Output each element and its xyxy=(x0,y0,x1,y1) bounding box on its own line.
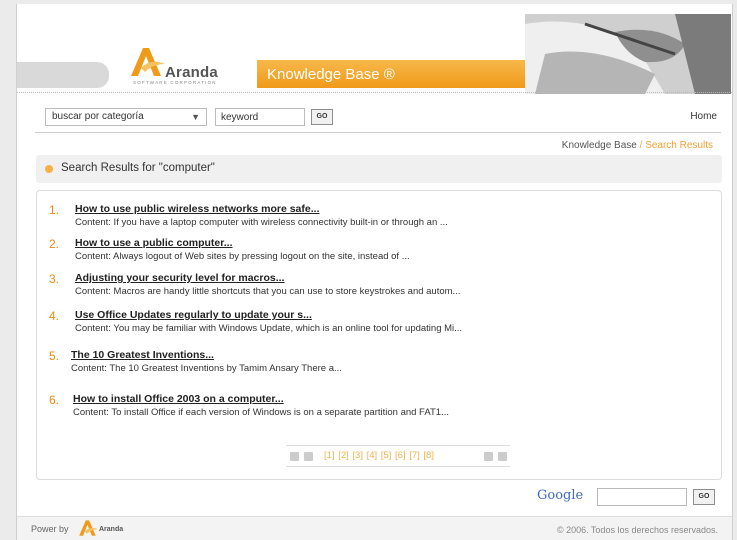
pagination: [1] [2] [3] [4] [5] [6] [7] [8] xyxy=(286,445,510,467)
result-title-link[interactable]: The 10 Greatest Inventions... xyxy=(71,349,214,361)
header-left-bar xyxy=(17,62,109,88)
footer-aranda-logo-icon xyxy=(79,520,98,536)
brand-subtitle: SOFTWARE CORPORATION xyxy=(133,80,217,85)
result-number: 4. xyxy=(49,309,60,323)
product-title: Knowledge Base ® xyxy=(267,66,395,83)
results-heading: Search Results for "computer" xyxy=(61,162,215,174)
result-title-link[interactable]: Adjusting your security level for macros… xyxy=(75,272,284,284)
result-title-link[interactable]: How to install Office 2003 on a computer… xyxy=(73,393,284,405)
breadcrumb-root[interactable]: Knowledge Base xyxy=(562,140,637,151)
header-divider xyxy=(17,92,732,93)
result-number: 2. xyxy=(49,237,60,251)
first-page-icon[interactable] xyxy=(290,452,299,461)
results-heading-bar: Search Results for "computer" xyxy=(36,155,722,183)
aranda-logo[interactable]: Aranda SOFTWARE CORPORATION xyxy=(127,42,257,88)
brand-name: Aranda xyxy=(165,64,218,81)
result-content: Content: You may be familiar with Window… xyxy=(75,323,463,334)
aranda-logo-icon xyxy=(131,48,165,76)
last-page-icon[interactable] xyxy=(498,452,507,461)
home-link[interactable]: Home xyxy=(690,111,717,122)
breadcrumb-separator: / xyxy=(636,140,646,151)
search-go-button[interactable]: GO xyxy=(311,109,333,125)
search-divider xyxy=(35,132,721,133)
result-number: 3. xyxy=(49,272,60,286)
category-select-value: buscar por categoría xyxy=(52,111,144,122)
result-title-link[interactable]: Use Office Updates regularly to update y… xyxy=(75,309,312,321)
google-go-button[interactable]: GO xyxy=(693,489,715,505)
product-banner: Knowledge Base ® xyxy=(257,60,525,88)
power-by-label: Power by xyxy=(31,524,69,534)
bullet-icon xyxy=(45,165,53,173)
result-number: 6. xyxy=(49,393,60,407)
result-content: Content: Macros are handy little shortcu… xyxy=(75,286,461,297)
google-search: Google GO xyxy=(537,486,727,510)
header: Aranda SOFTWARE CORPORATION Knowledge Ba… xyxy=(17,4,732,96)
breadcrumb-current: Search Results xyxy=(645,140,713,151)
google-search-input[interactable] xyxy=(597,488,687,506)
header-photo xyxy=(525,14,731,94)
page: Aranda SOFTWARE CORPORATION Knowledge Ba… xyxy=(16,4,733,540)
result-title-link[interactable]: How to use a public computer... xyxy=(75,237,233,249)
page-numbers[interactable]: [1] [2] [3] [4] [5] [6] [7] [8] xyxy=(324,450,434,461)
keyword-input[interactable] xyxy=(215,108,305,126)
category-select[interactable]: buscar por categoría ▼ xyxy=(45,108,207,126)
result-title-link[interactable]: How to use public wireless networks more… xyxy=(75,203,320,215)
dropdown-arrow-icon: ▼ xyxy=(191,112,200,122)
google-logo: Google xyxy=(537,488,584,503)
prev-page-icon[interactable] xyxy=(304,452,313,461)
next-page-icon[interactable] xyxy=(484,452,493,461)
copyright: © 2006. Todos los derechos reservados. xyxy=(556,525,718,535)
result-content: Content: If you have a laptop computer w… xyxy=(75,217,448,228)
result-content: Content: Always logout of Web sites by p… xyxy=(75,251,410,262)
result-number: 1. xyxy=(49,203,60,217)
footer-brand: Aranda xyxy=(99,526,124,533)
footer: Power by Aranda © 2006. Todos los derech… xyxy=(17,516,732,540)
hand-writing-photo xyxy=(525,14,731,94)
breadcrumb: Knowledge Base / Search Results xyxy=(562,140,713,151)
search-bar: buscar por categoría ▼ GO Home xyxy=(35,104,721,128)
results-list: 1. How to use public wireless networks m… xyxy=(36,190,722,480)
result-content: Content: To install Office if each versi… xyxy=(73,407,449,418)
result-content: Content: The 10 Greatest Inventions by T… xyxy=(71,363,342,374)
result-number: 5. xyxy=(49,349,60,363)
